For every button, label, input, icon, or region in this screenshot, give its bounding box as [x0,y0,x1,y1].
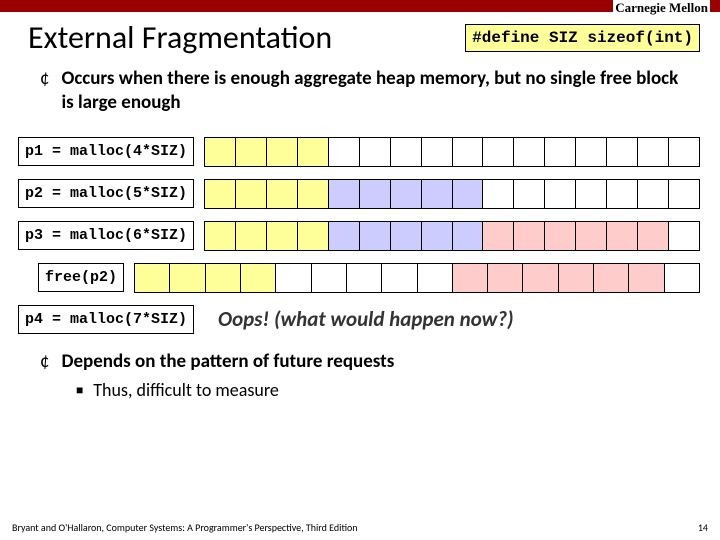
heap-cell [360,138,391,166]
oops-text: Oops! (what would happen now?) [204,306,514,332]
heap-cell [205,222,236,250]
bullet-icon: ¢ [40,350,49,374]
heap-row-3: p3 = malloc(6*SIZ) [0,215,720,257]
heap-cell [453,138,484,166]
heap-cell [453,180,484,208]
heap-cell [545,222,576,250]
heap-cell [545,138,576,166]
heap-cell [360,222,391,250]
heap-cell [236,222,267,250]
heap-cell [236,180,267,208]
heap-cell [329,222,360,250]
bullet-1-text: Occurs when there is enough aggregate he… [61,67,690,115]
heap-cell [669,138,699,166]
heap-cell [206,264,241,292]
heap-cell [236,138,267,166]
subbullet-1-text: Thus, difficult to measure [93,379,279,403]
heap-cell [391,222,422,250]
heap-cell [241,264,276,292]
heap-cell [267,138,298,166]
heap-cell [607,138,638,166]
heap-cell [483,222,514,250]
bullet-2-text: Depends on the pattern of future request… [61,350,394,374]
heap-cell [267,180,298,208]
heap-cell [559,264,594,292]
heap-cell [453,222,484,250]
heap-cell [483,138,514,166]
heap-cell [638,222,669,250]
heap-cell [514,180,545,208]
heap-cell [170,264,205,292]
code-free: free(p2) [38,263,124,292]
heap-row-4: free(p2) [0,257,720,299]
heap-cell [488,264,523,292]
heap-cell [135,264,170,292]
heap-cell [329,138,360,166]
heap-cell [514,222,545,250]
heap-cell [418,264,453,292]
heap-cell [205,180,236,208]
heap-cell [607,180,638,208]
bullet-list-1: ¢ Occurs when there is enough aggregate … [0,63,720,131]
heap-cell [638,180,669,208]
heap-cell [422,222,453,250]
bullet-icon: ¢ [40,67,49,115]
footer: Bryant and O'Hallaron, Computer Systems:… [12,521,708,534]
square-icon: ■ [76,379,83,403]
heap-cell [422,180,453,208]
heap-cell [576,222,607,250]
code-p3: p3 = malloc(6*SIZ) [18,221,194,250]
heap-cell [669,180,699,208]
heap-cell [298,222,329,250]
heap-cell [514,138,545,166]
heap-state-4 [134,263,700,293]
subbullet-1: ■ Thus, difficult to measure [40,379,690,403]
heap-cell [391,138,422,166]
bullet-2: ¢ Depends on the pattern of future reque… [40,350,690,374]
heap-cell [276,264,311,292]
heap-cell [576,180,607,208]
heap-cell [205,138,236,166]
heap-cell [360,180,391,208]
page-title: External Fragmentation [28,18,332,57]
heap-cell [594,264,629,292]
heap-cell [545,180,576,208]
heap-cell [312,264,347,292]
heap-state-2 [204,179,700,209]
heap-row-1: p1 = malloc(4*SIZ) [0,131,720,173]
heap-cell [483,180,514,208]
bullet-list-2: ¢ Depends on the pattern of future reque… [0,340,720,414]
heap-cell [329,180,360,208]
heap-row-2: p2 = malloc(5*SIZ) [0,173,720,215]
heap-cell [298,138,329,166]
heap-cell [382,264,417,292]
heap-cell [347,264,382,292]
heap-state-1 [204,137,700,167]
heap-cell [669,222,699,250]
heap-cell [607,222,638,250]
heap-cell [523,264,558,292]
code-p2: p2 = malloc(5*SIZ) [18,179,194,208]
header-bar [0,0,720,12]
bullet-1: ¢ Occurs when there is enough aggregate … [40,67,690,115]
heap-cell [267,222,298,250]
footer-credit: Bryant and O'Hallaron, Computer Systems:… [12,521,358,534]
heap-state-3 [204,221,700,251]
heap-cell [298,180,329,208]
title-row: External Fragmentation #define SIZ sizeo… [0,12,720,63]
heap-row-5: p4 = malloc(7*SIZ) Oops! (what would hap… [0,299,720,340]
code-p4: p4 = malloc(7*SIZ) [18,305,194,334]
page-number: 14 [698,521,708,534]
heap-cell [391,180,422,208]
heap-cell [638,138,669,166]
institution-label: Carnegie Mellon [613,0,710,16]
heap-cell [629,264,664,292]
define-code: #define SIZ sizeof(int) [465,24,700,52]
heap-cell [453,264,488,292]
code-p1: p1 = malloc(4*SIZ) [18,137,194,166]
heap-cell [665,264,699,292]
heap-cell [422,138,453,166]
heap-cell [576,138,607,166]
